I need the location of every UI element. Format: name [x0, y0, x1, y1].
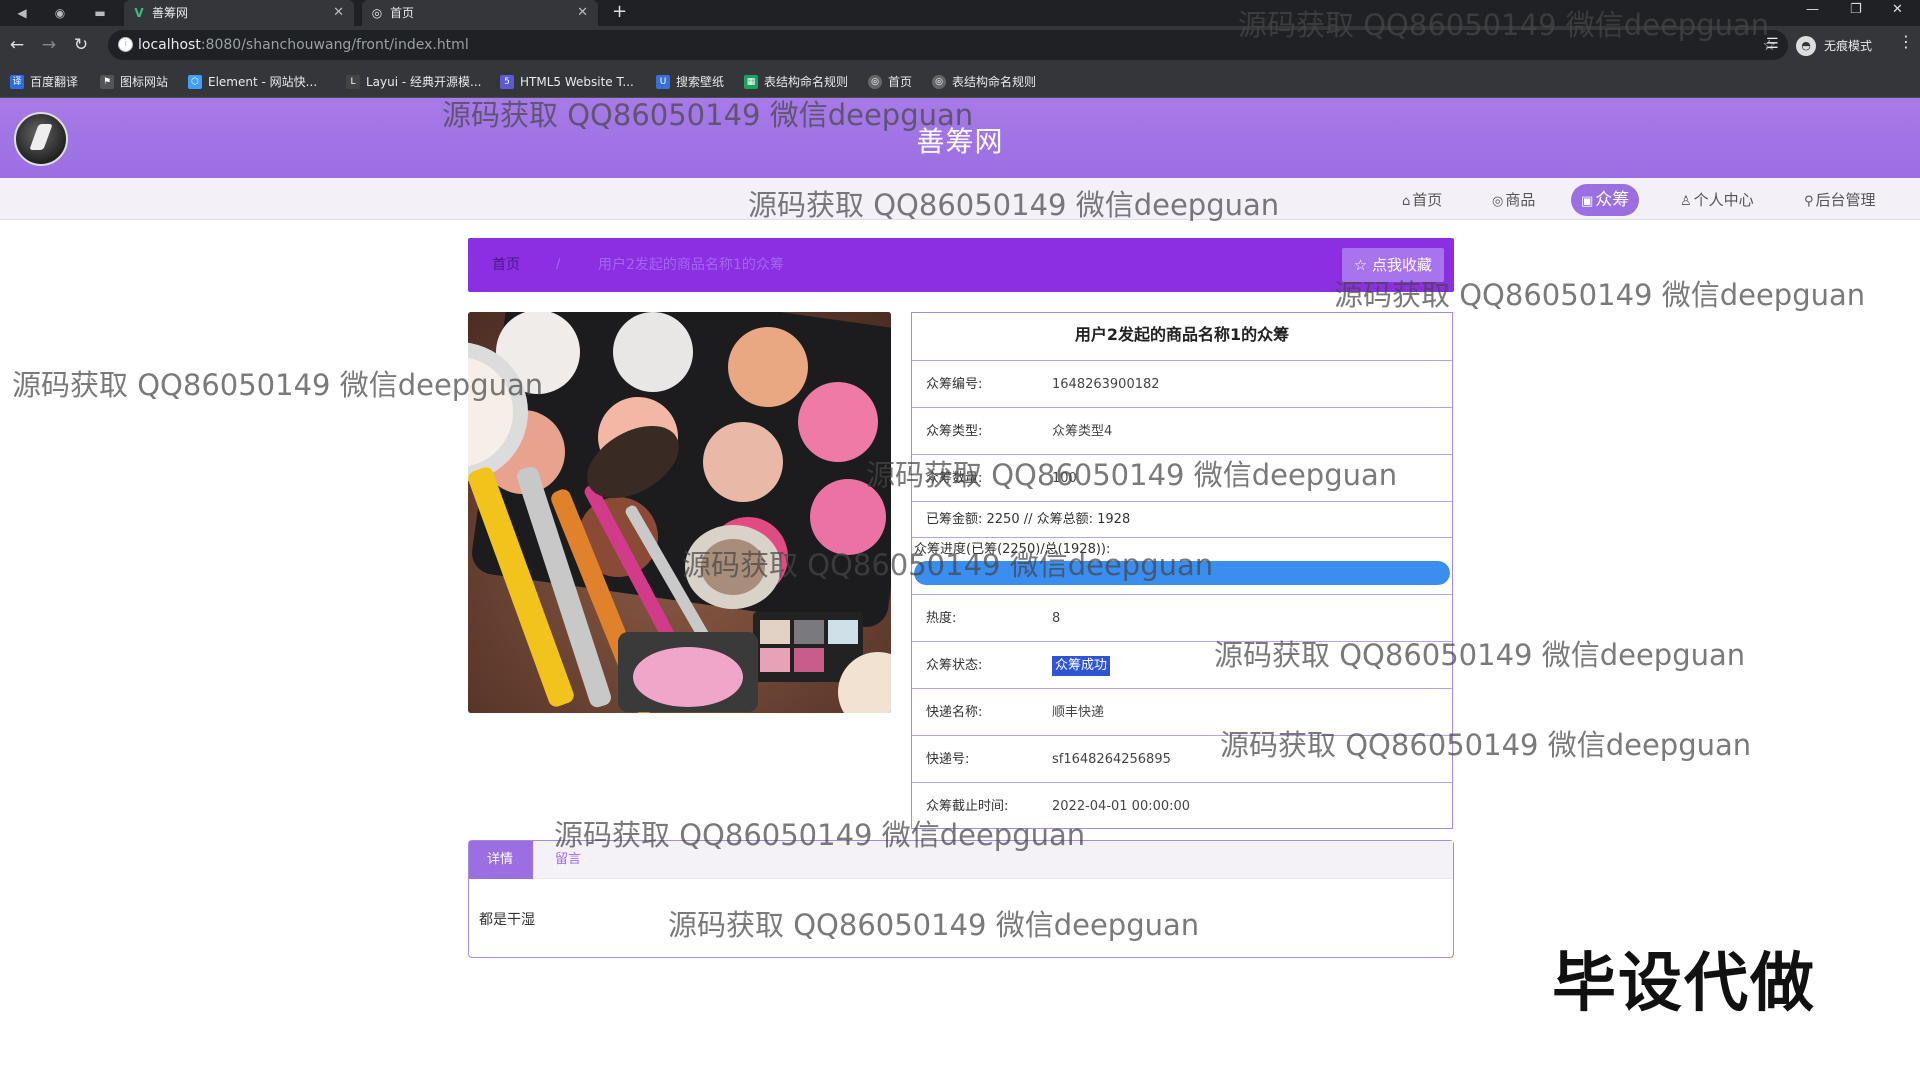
palette-icon: ◎: [1492, 194, 1504, 209]
incognito-indicator[interactable]: ◓ 无痕模式: [1796, 33, 1872, 59]
nav-label: 后台管理: [1815, 191, 1876, 209]
row-type: 众筹类型: 众筹类型4: [912, 408, 1452, 455]
field-value: 1648263900182: [1052, 377, 1160, 392]
nav-user-center[interactable]: ♙ 个人中心: [1670, 184, 1764, 216]
nav-label: 个人中心: [1693, 191, 1754, 209]
incognito-label: 无痕模式: [1824, 39, 1873, 53]
bookmark-item[interactable]: ⬡ Element - 网站快...: [188, 66, 317, 98]
home-icon: ⌂: [1402, 194, 1411, 209]
row-amounts: 已筹金额: 2250 // 众筹总额: 1928: [912, 502, 1452, 538]
watermark: 源码获取 QQ86050149 微信deepguan: [748, 188, 1280, 222]
vue-icon: V: [134, 6, 144, 20]
watermark: 源码获取 QQ86050149 微信deepguan: [682, 548, 1214, 582]
field-label: 快递名称:: [926, 705, 983, 720]
watermark: 源码获取 QQ86050149 微信deepguan: [1334, 278, 1866, 312]
breadcrumb: 首页 / 用户2发起的商品名称1的众筹 ☆ 点我收藏: [468, 238, 1454, 292]
back-button[interactable]: ←: [6, 34, 28, 56]
layui-icon: L: [346, 75, 360, 89]
close-window-button[interactable]: ✕: [1892, 0, 1903, 24]
tab-content: 都是干湿: [479, 912, 535, 928]
nav-label: 商品: [1505, 191, 1536, 209]
field-label: 众筹编号:: [926, 377, 983, 392]
field-value: 顺丰快递: [1052, 705, 1105, 720]
tab-title: 首页: [390, 6, 415, 20]
browser-tab-2[interactable]: ◎ 首页 ✕: [362, 0, 598, 26]
bookmark-label: 表结构命名规则: [764, 75, 849, 89]
bookmark-item[interactable]: ⚑ 图标网站: [100, 66, 168, 98]
link-icon: ⚲: [1804, 194, 1814, 209]
watermark: 源码获取 QQ86050149 微信deepguan: [1220, 728, 1752, 762]
wallpaper-icon: U: [656, 75, 670, 89]
nav-products[interactable]: ◎ 商品: [1482, 184, 1545, 216]
nav-crowdfunding[interactable]: ▣ 众筹: [1571, 184, 1640, 216]
user-icon: ♙: [1680, 194, 1692, 209]
translate-icon: 译: [10, 75, 24, 89]
bookmark-label: 百度翻译: [30, 75, 79, 89]
minimize-button[interactable]: —: [1806, 0, 1819, 24]
field-value: sf1648264256895: [1052, 752, 1171, 767]
field-label: 快递号:: [926, 752, 970, 767]
field-label: 众筹类型:: [926, 424, 983, 439]
detail-title: 用户2发起的商品名称1的众筹: [912, 313, 1452, 361]
html5-icon: 5: [500, 75, 514, 89]
field-label: 热度:: [926, 611, 957, 626]
nav-home[interactable]: ⌂ 首页: [1392, 184, 1452, 216]
nav-label: 众筹: [1595, 190, 1630, 210]
chrome-icon[interactable]: ◉: [50, 3, 70, 23]
close-icon[interactable]: ✕: [333, 0, 344, 26]
element-icon: ⬡: [188, 75, 202, 89]
forward-button[interactable]: →: [38, 34, 60, 56]
field-value: 8: [1052, 611, 1061, 626]
info-icon[interactable]: i: [118, 37, 133, 52]
new-tab-button[interactable]: +: [612, 0, 627, 24]
globe-icon: ◎: [371, 6, 383, 20]
status-badge: 众筹成功: [1052, 656, 1111, 676]
breadcrumb-home-link[interactable]: 首页: [492, 238, 520, 292]
field-value: 众筹成功: [1052, 642, 1111, 689]
watermark: 源码获取 QQ86050149 微信deepguan: [12, 368, 544, 402]
watermark: 源码获取 QQ86050149 微信deepguan: [668, 908, 1200, 942]
incognito-icon: ◓: [1796, 36, 1816, 56]
window-icon[interactable]: ▬: [90, 3, 110, 23]
breadcrumb-separator: /: [556, 257, 561, 272]
browser-tab-1[interactable]: V 善筹网 ✕: [124, 0, 354, 26]
bookmark-item[interactable]: 译百度翻译: [10, 66, 78, 98]
nav-label: 首页: [1412, 191, 1443, 209]
bookmark-label: 图标网站: [120, 75, 169, 89]
bookmark-label: Element - 网站快...: [208, 75, 318, 89]
tab-audio-icon[interactable]: ◀: [12, 3, 32, 23]
close-icon[interactable]: ✕: [577, 0, 588, 26]
field-value: 众筹类型4: [1052, 424, 1113, 439]
tab-title: 善筹网: [152, 6, 189, 20]
bookmark-label: 首页: [888, 75, 913, 89]
sheet-icon: ▦: [744, 75, 758, 89]
watermark: 源码获取 QQ86050149 微信deepguan: [554, 818, 1086, 852]
reload-button[interactable]: ↻: [70, 34, 92, 56]
bookmark-label: 表结构命名规则: [952, 75, 1037, 89]
bookmark-label: Layui - 经典开源模...: [366, 75, 482, 89]
watermark: 源码获取 QQ86050149 微信deepguan: [442, 98, 974, 132]
watermark: 源码获取 QQ86050149 微信deepguan: [1238, 8, 1770, 42]
restore-button[interactable]: ❐: [1850, 0, 1862, 24]
url-path: :8080/shanchouwang/front/index.html: [200, 37, 469, 53]
row-number: 众筹编号: 1648263900182: [912, 361, 1452, 408]
field-label: 众筹状态:: [926, 658, 983, 673]
globe-icon: ◎: [868, 75, 882, 89]
url-text[interactable]: localhost:8080/shanchouwang/front/index.…: [138, 30, 469, 60]
bookmark-label: 搜索壁纸: [676, 75, 725, 89]
bookmark-label: HTML5 Website T...: [520, 75, 634, 89]
corner-promo-text: 毕设代做: [1552, 947, 1816, 1021]
tab-details[interactable]: 详情: [469, 841, 533, 879]
watermark: 源码获取 QQ86050149 微信deepguan: [866, 458, 1398, 492]
gift-icon: ▣: [1581, 194, 1594, 209]
nav-admin[interactable]: ⚲ 后台管理: [1794, 184, 1886, 216]
globe-icon: ◎: [932, 75, 946, 89]
field-label: 已筹金额: 2250 // 众筹总额: 1928: [926, 512, 1131, 527]
more-menu-icon[interactable]: ⋮: [1898, 32, 1914, 51]
watermark: 源码获取 QQ86050149 微信deepguan: [1214, 638, 1746, 672]
breadcrumb-current: 用户2发起的商品名称1的众筹: [598, 257, 784, 273]
url-host: localhost: [138, 37, 201, 53]
flag-icon: ⚑: [100, 75, 114, 89]
